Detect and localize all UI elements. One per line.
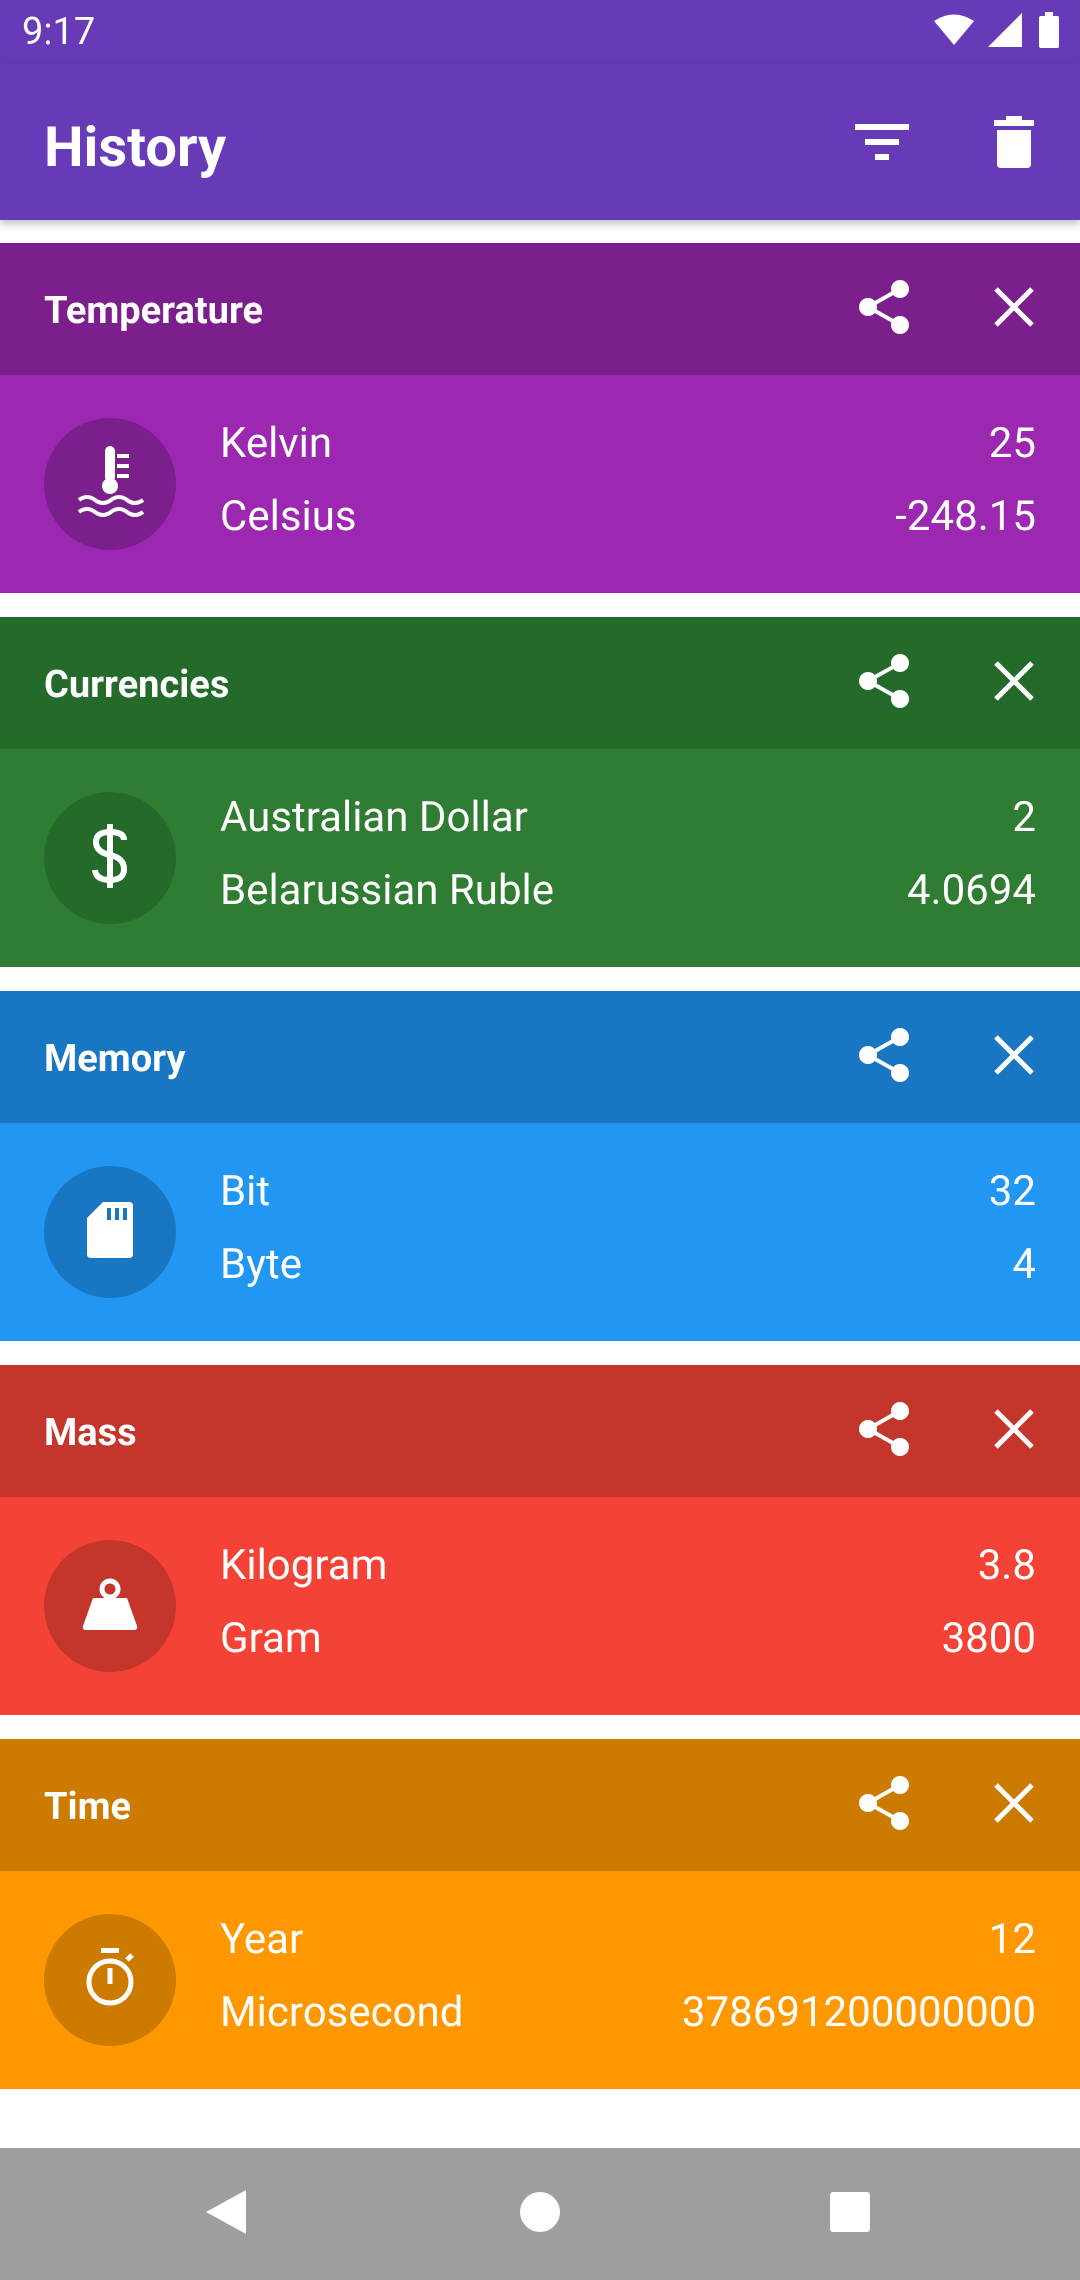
close-icon bbox=[993, 1782, 1035, 1828]
card-body[interactable]: Kilogram 3.8 Gram 3800 bbox=[0, 1497, 1080, 1715]
share-icon bbox=[858, 1027, 910, 1087]
from-unit: Australian Dollar bbox=[220, 793, 528, 842]
from-unit: Year bbox=[220, 1915, 304, 1964]
card-header: Memory bbox=[0, 991, 1080, 1123]
card-body[interactable]: Bit 32 Byte 4 bbox=[0, 1123, 1080, 1341]
to-unit: Belarussian Ruble bbox=[220, 866, 555, 915]
remove-button[interactable] bbox=[972, 639, 1056, 727]
delete-all-button[interactable] bbox=[972, 102, 1056, 186]
cellular-signal-icon bbox=[988, 13, 1024, 51]
card-category: Memory bbox=[44, 1037, 186, 1081]
remove-button[interactable] bbox=[972, 1387, 1056, 1475]
to-unit: Microsecond bbox=[220, 1988, 464, 2037]
from-value: 3.8 bbox=[977, 1541, 1036, 1590]
card-category: Currencies bbox=[44, 663, 230, 707]
card-header: Time bbox=[0, 1739, 1080, 1871]
card-body[interactable]: Australian Dollar 2 Belarussian Ruble 4.… bbox=[0, 749, 1080, 967]
wifi-icon bbox=[934, 14, 974, 50]
card-body[interactable]: Kelvin 25 Celsius -248.15 bbox=[0, 375, 1080, 593]
stopwatch-icon bbox=[83, 1948, 137, 2012]
back-button[interactable] bbox=[196, 2184, 256, 2244]
share-icon bbox=[858, 653, 910, 713]
from-value: 32 bbox=[988, 1167, 1036, 1216]
status-icons bbox=[934, 12, 1060, 52]
dollar-icon bbox=[90, 824, 130, 892]
to-value: 3800 bbox=[941, 1614, 1036, 1663]
remove-button[interactable] bbox=[972, 1013, 1056, 1101]
status-bar: 9:17 bbox=[0, 0, 1080, 64]
close-icon bbox=[993, 1408, 1035, 1454]
from-value: 12 bbox=[988, 1915, 1036, 1964]
history-card-memory: Memory Bit 32 Byte 4 bbox=[0, 991, 1080, 1341]
card-header: Temperature bbox=[0, 243, 1080, 375]
close-icon bbox=[993, 1034, 1035, 1080]
share-icon bbox=[858, 1775, 910, 1835]
history-card-temperature: Temperature Kelvin 25 Celsius -248.15 bbox=[0, 243, 1080, 593]
share-button[interactable] bbox=[842, 639, 926, 727]
card-header: Mass bbox=[0, 1365, 1080, 1497]
battery-icon bbox=[1038, 12, 1060, 52]
to-value: 378691200000000 bbox=[681, 1988, 1036, 2037]
home-circle-icon bbox=[519, 2191, 561, 2237]
from-value: 25 bbox=[988, 419, 1036, 468]
to-value: -248.15 bbox=[895, 492, 1036, 541]
share-button[interactable] bbox=[842, 265, 926, 353]
history-card-currencies: Currencies Australian Dollar 2 Belarussi… bbox=[0, 617, 1080, 967]
category-icon-circle bbox=[44, 1166, 176, 1298]
status-time: 9:17 bbox=[22, 10, 96, 54]
to-unit: Gram bbox=[220, 1614, 322, 1663]
share-icon bbox=[858, 279, 910, 339]
back-triangle-icon bbox=[204, 2188, 248, 2240]
home-button[interactable] bbox=[510, 2184, 570, 2244]
share-button[interactable] bbox=[842, 1761, 926, 1849]
share-button[interactable] bbox=[842, 1387, 926, 1475]
remove-button[interactable] bbox=[972, 265, 1056, 353]
category-icon-circle bbox=[44, 1914, 176, 2046]
recents-square-icon bbox=[829, 2191, 871, 2237]
share-icon bbox=[858, 1401, 910, 1461]
to-unit: Celsius bbox=[220, 492, 357, 541]
card-category: Mass bbox=[44, 1411, 137, 1455]
card-category: Time bbox=[44, 1785, 132, 1829]
recents-button[interactable] bbox=[820, 2184, 880, 2244]
sd-card-icon bbox=[87, 1202, 133, 1262]
card-body[interactable]: Year 12 Microsecond 378691200000000 bbox=[0, 1871, 1080, 2089]
close-icon bbox=[993, 660, 1035, 706]
from-unit: Bit bbox=[220, 1167, 271, 1216]
navigation-bar bbox=[0, 2148, 1080, 2280]
to-value: 4.0694 bbox=[906, 866, 1036, 915]
history-card-mass: Mass Kilogram 3.8 Gram 3800 bbox=[0, 1365, 1080, 1715]
filter-button[interactable] bbox=[840, 102, 924, 186]
to-value: 4 bbox=[1012, 1240, 1036, 1289]
from-unit: Kilogram bbox=[220, 1541, 388, 1590]
weight-icon bbox=[81, 1578, 139, 1634]
filter-icon bbox=[855, 122, 909, 166]
category-icon-circle bbox=[44, 418, 176, 550]
category-icon-circle bbox=[44, 792, 176, 924]
history-card-time: Time Year 12 Microsecond 378691200000000 bbox=[0, 1739, 1080, 2089]
app-bar: History bbox=[0, 64, 1080, 220]
share-button[interactable] bbox=[842, 1013, 926, 1101]
category-icon-circle bbox=[44, 1540, 176, 1672]
to-unit: Byte bbox=[220, 1240, 303, 1289]
card-category: Temperature bbox=[44, 289, 264, 333]
close-icon bbox=[993, 286, 1035, 332]
card-header: Currencies bbox=[0, 617, 1080, 749]
from-value: 2 bbox=[1012, 793, 1036, 842]
from-unit: Kelvin bbox=[220, 419, 333, 468]
remove-button[interactable] bbox=[972, 1761, 1056, 1849]
trash-icon bbox=[994, 116, 1034, 172]
thermometer-water-icon bbox=[75, 444, 145, 524]
page-title: History bbox=[44, 114, 227, 180]
